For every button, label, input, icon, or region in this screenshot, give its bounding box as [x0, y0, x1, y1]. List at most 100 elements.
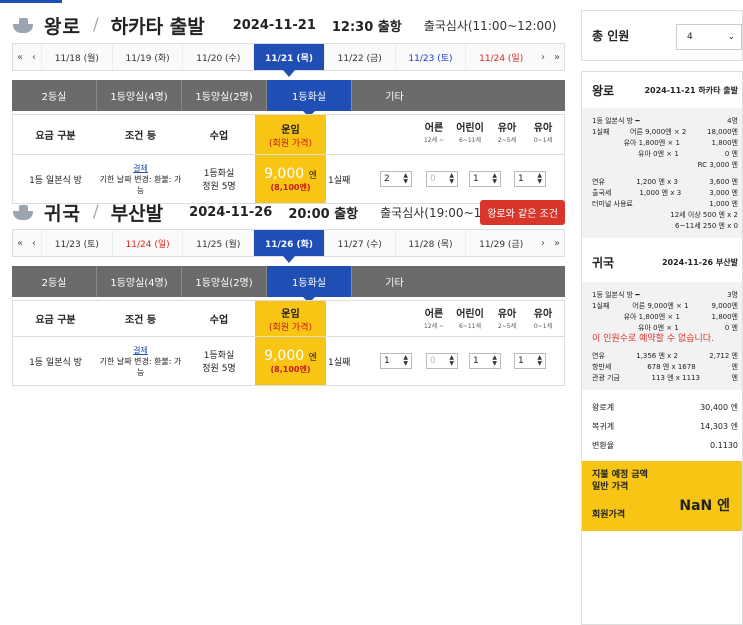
header-child-age: 6~11세: [459, 137, 481, 144]
date-cell[interactable]: 11/24 (일): [465, 44, 536, 70]
passenger-inputs: 1실째 2 ▲ ▼ 0 ▲ ▼ 1 ▲ ▼ 1 ▲ ▼: [326, 155, 564, 203]
conditions-text: 기한 날짜 변경: 환불: 가능: [99, 174, 182, 195]
header-infant-age: 2~5세: [497, 323, 517, 330]
child-stepper[interactable]: 0 ▲ ▼: [426, 171, 458, 187]
ship-icon: [12, 203, 34, 221]
header-adult: 어른: [424, 309, 444, 320]
date-cell[interactable]: 11/29 (금): [465, 230, 536, 256]
adult-stepper[interactable]: 2 ▲ ▼: [380, 171, 412, 187]
tab-other[interactable]: 기타: [352, 80, 437, 111]
header-infant-age: 2~5세: [497, 137, 517, 144]
tab-1st-japanese[interactable]: 1등화실: [267, 80, 352, 117]
price-cell: 9,000 엔 (8,100엔): [255, 155, 326, 203]
tab-1st-western-2[interactable]: 1등양실(2명): [182, 80, 267, 111]
payment-estimate: 지불 예정 금액 일반 가격 NaN 엔 회원가격: [582, 461, 742, 531]
total-label: 총 인원: [592, 29, 630, 43]
in-summary-detail: 1등 일본식 방 ━ 3명 1실째 어른 9,000엔 × 1 9,000엔 유아 1…: [582, 282, 742, 390]
date-cell-selected[interactable]: 11/21 (목): [253, 44, 324, 77]
tab-1st-western-2[interactable]: 1등양실(2명): [182, 266, 267, 297]
inbound-time: 20:00 출항: [288, 206, 359, 222]
inbound-room-tabs: 2등실 1등양실(4명) 1등양실(2명) 1등화실 기타: [12, 266, 565, 303]
room-number: 1실째: [328, 176, 351, 186]
date-cell[interactable]: 11/23 (토): [394, 44, 466, 70]
tab-1st-western-4[interactable]: 1등양실(4명): [97, 80, 182, 111]
next-button[interactable]: ›: [536, 230, 550, 256]
table-header: 요금 구분 조건 등 수업 운임 (회원 가격) 어른 12세 ~ 어린이 6~…: [13, 115, 564, 155]
header-price: 운임 (회원 가격): [255, 301, 326, 336]
inbound-date-selector: « ‹ 11/23 (토) 11/24 (일) 11/25 (월) 11/26 …: [12, 229, 565, 263]
date-cell[interactable]: 11/28 (목): [394, 230, 466, 256]
passenger-inputs: 1실째 1 ▲ ▼ 0 ▲ ▼ 1 ▲ ▼ 1 ▲ ▼: [326, 337, 564, 385]
table-row: 1등 일본식 방 결제 기한 날짜 변경: 환불: 가능 1등화실 정원 5명 …: [13, 155, 564, 203]
tab-1st-japanese[interactable]: 1등화실: [267, 266, 352, 303]
price-value: 9,000: [264, 165, 305, 182]
out-summary-detail: 1등 일본식 방 ━ 4명 1실째 어른 9,000엔 × 2 18,000엔 유아 …: [582, 108, 742, 238]
infant-stepper[interactable]: 1 ▲ ▼: [469, 353, 501, 369]
member-price: (8,100엔): [270, 364, 311, 374]
outbound-time: 12:30 출항: [331, 19, 402, 35]
inbound-date: 2024-11-26: [189, 204, 273, 220]
baby-stepper[interactable]: 1 ▲ ▼: [514, 171, 546, 187]
header-baby-age: 0~1세: [533, 323, 553, 330]
price-unit: 엔: [308, 352, 317, 363]
baby-stepper[interactable]: 1 ▲ ▼: [514, 353, 546, 369]
prev-button[interactable]: ‹: [27, 230, 41, 256]
outbound-port: 하카타 출발: [110, 15, 205, 38]
header-room: 수업: [209, 131, 229, 142]
totals: 왕로계 30,400 엔 복귀계 14,303 엔 변환율 0.1130: [592, 403, 738, 450]
table-row: 1등 일본식 방 결제 기한 날짜 변경: 환불: 가능 1등화실 정원 5명 …: [13, 337, 564, 385]
chevron-down-icon: ⌄: [727, 32, 735, 42]
capacity-warning: 이 인원수로 예약할 수 없습니다.: [592, 334, 714, 344]
date-cell[interactable]: 11/27 (수): [323, 230, 395, 256]
infant-stepper[interactable]: 1 ▲ ▼: [469, 171, 501, 187]
date-cell[interactable]: 11/19 (화): [111, 44, 183, 70]
price-cell: 9,000 엔 (8,100엔): [255, 337, 326, 385]
next-button[interactable]: ›: [536, 44, 550, 70]
date-cell[interactable]: 11/18 (월): [41, 44, 112, 70]
payment-link[interactable]: 결제: [133, 163, 148, 174]
last-page-button[interactable]: »: [550, 230, 564, 256]
header-child: 어린이: [456, 123, 484, 134]
tab-1st-western-4[interactable]: 1등양실(4명): [97, 266, 182, 297]
payment-amount: NaN 엔: [679, 498, 730, 514]
conditions: 결제 기한 날짜 변경: 환불: 가능: [98, 337, 183, 385]
adult-stepper[interactable]: 1 ▲ ▼: [380, 353, 412, 369]
tab-2nd-class[interactable]: 2등실: [12, 266, 97, 297]
first-page-button[interactable]: «: [13, 230, 27, 256]
date-cell-selected[interactable]: 11/26 (화): [253, 230, 324, 263]
payment-link[interactable]: 결제: [133, 345, 148, 356]
header-cond: 조건 등: [124, 131, 157, 142]
prev-button[interactable]: ‹: [27, 44, 41, 70]
child-stepper[interactable]: 0 ▲ ▼: [426, 353, 458, 369]
header-baby: 유아: [533, 309, 553, 320]
header-infant: 유아: [497, 309, 517, 320]
date-cell[interactable]: 11/25 (월): [182, 230, 253, 256]
price-summary: 왕로 2024-11-21 하카타 출발 1등 일본식 방 ━ 4명 1실째 어른 …: [581, 71, 743, 625]
room-number: 1실째: [328, 358, 351, 368]
header-fare: 요금 구분: [35, 315, 76, 326]
total-select[interactable]: 4 ⌄: [676, 24, 742, 50]
header-adult-age: 12세 ~: [423, 137, 445, 144]
conditions-text: 기한 날짜 변경: 환불: 가능: [99, 356, 182, 377]
tab-other[interactable]: 기타: [352, 266, 437, 297]
member-price: (8,100엔): [270, 182, 311, 192]
room-info: 1등화실 정원 5명: [202, 169, 236, 192]
date-cell[interactable]: 11/23 (토): [41, 230, 112, 256]
same-conditions-button[interactable]: 왕로와 같은 조건: [480, 200, 565, 225]
first-page-button[interactable]: «: [13, 44, 27, 70]
date-cell[interactable]: 11/20 (수): [182, 44, 253, 70]
last-page-button[interactable]: »: [550, 44, 564, 70]
fare-type: 1등 일본식 방: [29, 175, 82, 186]
date-cell[interactable]: 11/22 (금): [323, 44, 395, 70]
header-price: 운임 (회원 가격): [255, 115, 326, 154]
header-infant: 유아: [497, 123, 517, 134]
main-panel: 왕로 / 하카타 출발 2024-11-21 12:30 출항 출국심사(11:…: [12, 0, 565, 564]
outbound-date-selector: « ‹ 11/18 (월) 11/19 (화) 11/20 (수) 11/21 …: [12, 43, 565, 77]
header-passengers: 어른 12세 ~ 어린이 6~11세 유아 2~5세 유아 0~1세: [326, 115, 564, 154]
out-summary-head: 왕로 2024-11-21 하카타 출발: [592, 83, 738, 98]
date-cell[interactable]: 11/24 (일): [111, 230, 183, 256]
inbound-port: 부산발: [110, 202, 164, 225]
tab-2nd-class[interactable]: 2등실: [12, 80, 97, 111]
inbound-fare-table: 요금 구분 조건 등 수업 운임 (회원 가격) 어른 12세 ~ 어린이 6~…: [12, 300, 565, 386]
in-summary-head: 귀국 2024-11-26 부산발: [592, 255, 738, 270]
